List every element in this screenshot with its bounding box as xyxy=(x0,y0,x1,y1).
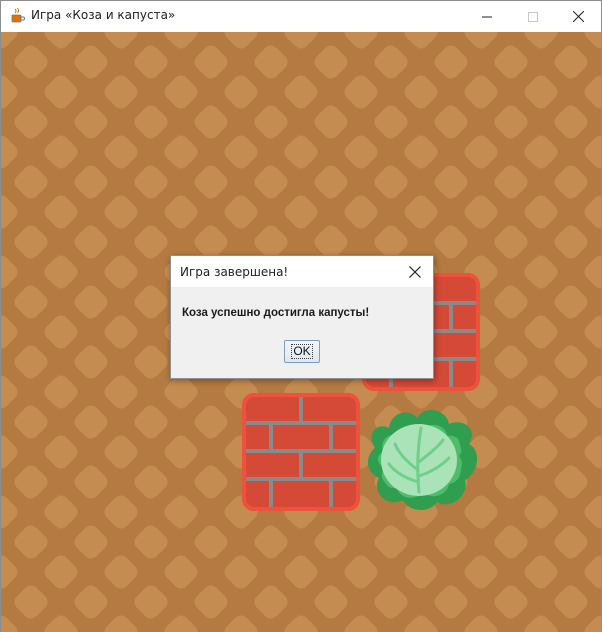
close-icon xyxy=(409,266,421,278)
minimize-button[interactable] xyxy=(464,1,510,32)
game-over-dialog: Игра завершена! Коза успешно достигла ка… xyxy=(170,255,434,379)
dialog-close-button[interactable] xyxy=(405,262,425,282)
title-bar[interactable]: Игра «Коза и капуста» xyxy=(1,1,601,32)
ok-button-label: OK xyxy=(291,344,313,359)
dialog-title: Игра завершена! xyxy=(180,265,289,279)
dialog-message: Коза успешно достигла капусты! xyxy=(182,307,370,319)
cabbage-icon xyxy=(367,410,478,511)
wall-tile xyxy=(241,392,361,512)
minimize-icon xyxy=(482,16,492,17)
app-window: Игра «Коза и капуста» Игра завершена! Ко… xyxy=(0,0,602,632)
cabbage-tile xyxy=(361,392,481,512)
brick-wall-icon xyxy=(242,393,360,511)
java-cup-icon xyxy=(9,7,27,25)
ok-button[interactable]: OK xyxy=(284,340,320,363)
dialog-title-bar[interactable]: Игра завершена! xyxy=(171,256,433,287)
maximize-button[interactable] xyxy=(510,1,556,32)
close-icon xyxy=(572,11,584,22)
maximize-icon xyxy=(528,11,538,22)
window-title: Игра «Коза и капуста» xyxy=(31,8,176,22)
close-button[interactable] xyxy=(555,1,601,32)
